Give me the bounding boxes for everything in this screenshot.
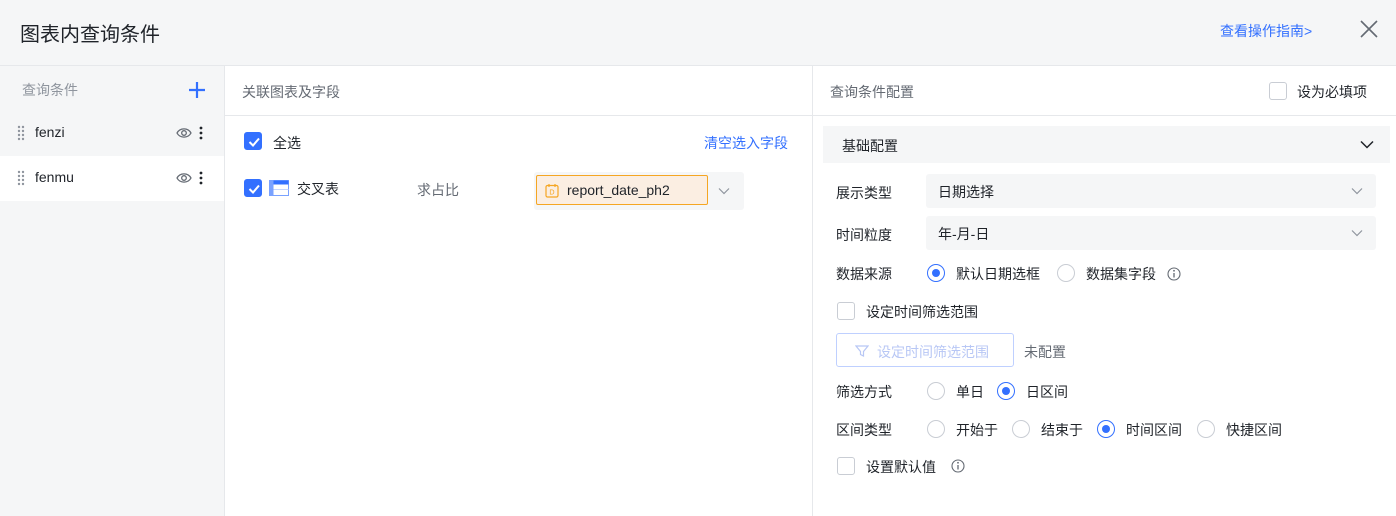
check-icon [248, 137, 260, 147]
field-select[interactable]: D report_date_ph2 [534, 172, 744, 210]
table-icon [269, 180, 289, 196]
selected-field-label: report_date_ph2 [567, 182, 670, 198]
display-type-label: 展示类型 [836, 185, 892, 201]
data-source-dataset-radio[interactable] [1057, 264, 1075, 282]
range-type-quick-radio[interactable] [1197, 420, 1215, 438]
linked-charts-title: 关联图表及字段 [242, 84, 340, 100]
chevron-down-icon [1351, 230, 1363, 237]
default-value-checkbox[interactable] [837, 457, 855, 475]
filter-mode-single-radio[interactable] [927, 382, 945, 400]
info-icon[interactable] [951, 459, 965, 473]
range-type-end-label: 结束于 [1041, 422, 1083, 438]
condition-item-label: fenmu [35, 169, 74, 185]
chart-row-checkbox[interactable] [244, 179, 262, 197]
svg-text:D: D [549, 189, 554, 197]
data-source-default-label: 默认日期选框 [956, 266, 1040, 282]
filter-mode-single-label: 单日 [956, 384, 984, 400]
condition-item-fenzi[interactable]: fenzi [0, 111, 224, 156]
chevron-down-icon[interactable] [718, 187, 730, 195]
condition-config-header: 查询条件配置 设为必填项 [813, 66, 1396, 116]
display-type-select[interactable]: 日期选择 [926, 174, 1376, 208]
range-type-interval-radio[interactable] [1097, 420, 1115, 438]
granularity-value: 年-月-日 [938, 226, 990, 242]
display-type-value: 日期选择 [938, 184, 994, 200]
data-source-label: 数据来源 [836, 266, 892, 282]
dialog-header: 图表内查询条件 查看操作指南> [0, 0, 1396, 66]
data-source-dataset-label: 数据集字段 [1086, 266, 1156, 282]
condition-item-label: fenzi [35, 124, 65, 140]
eye-icon[interactable] [176, 126, 192, 140]
filter-mode-label: 筛选方式 [836, 384, 892, 400]
required-checkbox[interactable] [1269, 82, 1287, 100]
required-label: 设为必填项 [1297, 84, 1367, 100]
range-type-quick-label: 快捷区间 [1226, 422, 1282, 438]
data-source-default-radio[interactable] [927, 264, 945, 282]
linked-charts-panel: 关联图表及字段 全选 清空选入字段 交叉表 求占比 D report_date_… [225, 66, 813, 516]
chart-field-label: 求占比 [417, 182, 459, 198]
range-type-end-radio[interactable] [1012, 420, 1030, 438]
dialog-title: 图表内查询条件 [20, 24, 160, 46]
linked-charts-header: 关联图表及字段 [225, 66, 812, 116]
chart-name: 交叉表 [297, 181, 339, 197]
select-all-checkbox[interactable] [244, 132, 262, 150]
time-range-checkbox[interactable] [837, 302, 855, 320]
time-range-status: 未配置 [1024, 344, 1066, 360]
condition-list-panel: 查询条件 fenzi fenmu [0, 66, 225, 516]
info-icon[interactable] [1167, 267, 1181, 281]
range-type-interval-label: 时间区间 [1126, 422, 1182, 438]
date-field-icon: D [545, 184, 559, 198]
eye-icon[interactable] [176, 171, 192, 185]
condition-list-title: 查询条件 [22, 82, 78, 98]
time-range-label: 设定时间筛选范围 [866, 304, 978, 320]
more-vertical-icon[interactable] [198, 125, 204, 141]
range-type-label: 区间类型 [836, 422, 892, 438]
range-type-start-label: 开始于 [956, 422, 998, 438]
granularity-select[interactable]: 年-月-日 [926, 216, 1376, 250]
condition-config-panel: 查询条件配置 设为必填项 基础配置 展示类型 日期选择 时间粒度 年-月-日 数… [813, 66, 1396, 516]
select-all-label: 全选 [273, 135, 301, 151]
filter-mode-range-label: 日区间 [1026, 384, 1068, 400]
filter-mode-range-radio[interactable] [997, 382, 1015, 400]
funnel-icon [855, 345, 869, 357]
condition-item-fenmu[interactable]: fenmu [0, 156, 224, 201]
condition-config-title: 查询条件配置 [830, 84, 914, 100]
granularity-label: 时间粒度 [836, 227, 892, 243]
selected-field-tag: D report_date_ph2 [536, 175, 708, 205]
guide-link[interactable]: 查看操作指南> [1220, 21, 1312, 41]
drag-handle-icon[interactable] [16, 170, 26, 186]
chevron-down-icon [1351, 188, 1363, 195]
check-icon [248, 184, 260, 194]
clear-fields-link[interactable]: 清空选入字段 [704, 133, 788, 153]
basic-config-section[interactable]: 基础配置 [823, 126, 1390, 163]
plus-icon[interactable] [188, 81, 206, 99]
drag-handle-icon[interactable] [16, 125, 26, 141]
set-time-range-label: 设定时间筛选范围 [877, 344, 989, 360]
close-icon[interactable] [1358, 18, 1380, 40]
range-type-start-radio[interactable] [927, 420, 945, 438]
chevron-down-icon[interactable] [1360, 140, 1374, 149]
default-value-label: 设置默认值 [866, 459, 936, 475]
more-vertical-icon[interactable] [198, 170, 204, 186]
basic-config-title: 基础配置 [842, 138, 898, 154]
set-time-range-button[interactable]: 设定时间筛选范围 [836, 333, 1014, 367]
